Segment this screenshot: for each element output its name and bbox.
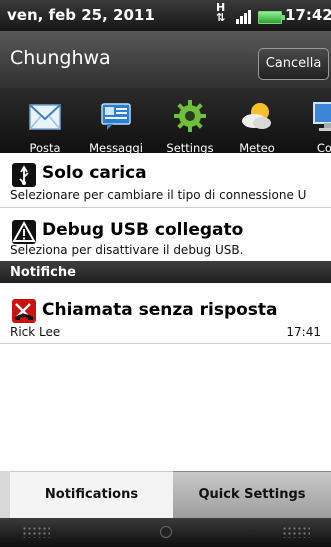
section-title: Notifiche (10, 265, 76, 280)
notification-header: Chunghwa Cancella (0, 31, 331, 89)
tab-notifications[interactable]: Notifications (10, 471, 173, 519)
network-hspa-icon: H ⇅ (216, 1, 226, 24)
item-description: Seleziona per disattivare il debug USB. (10, 243, 244, 257)
app-label: Meteo (239, 141, 275, 153)
battery-icon (258, 11, 285, 24)
app-label: Posta (29, 141, 61, 153)
cancel-button[interactable]: Cancella (258, 48, 329, 80)
status-time: 17:42 (285, 6, 331, 24)
signal-icon (236, 10, 251, 24)
status-date: ven, feb 25, 2011 (7, 6, 155, 24)
item-caller: Rick Lee (10, 325, 61, 339)
missed-call-icon (12, 299, 36, 323)
status-bar: ven, feb 25, 2011 H ⇅ 17:42 (0, 0, 331, 31)
notification-list: Solo carica Selezionare per cambiare il … (0, 153, 331, 471)
notifications-section-header: Notifiche (0, 261, 331, 283)
weather-icon (242, 103, 271, 129)
grip-icon (282, 526, 310, 538)
handle-knob-icon (160, 526, 172, 538)
item-title: Solo carica (42, 163, 147, 183)
computer-icon (313, 102, 331, 131)
app-messaggi[interactable]: Messaggi (86, 88, 146, 153)
operator-name: Chunghwa (10, 47, 111, 69)
messages-icon (101, 103, 131, 130)
item-title: Chiamata senza risposta (42, 300, 278, 320)
usb-icon (12, 163, 36, 187)
tabbar-edge (0, 471, 10, 518)
item-title: Debug USB collegato (42, 220, 244, 240)
gear-icon (174, 100, 206, 132)
mail-icon (29, 104, 61, 130)
app-computer[interactable]: Con (298, 88, 331, 153)
bottom-tabs: Notifications Quick Settings (0, 471, 331, 519)
app-meteo[interactable]: Meteo (227, 88, 287, 153)
list-item-usb-debug[interactable]: Debug USB collegato Seleziona per disatt… (0, 208, 331, 263)
network-type-label: H (216, 1, 226, 14)
app-label: Settings (166, 141, 214, 153)
app-label: Messaggi (89, 141, 143, 153)
list-item-usb-charge[interactable]: Solo carica Selezionare per cambiare il … (0, 153, 331, 208)
grip-icon (22, 526, 50, 538)
item-time: 17:41 (286, 325, 321, 339)
tab-quick-settings[interactable]: Quick Settings (173, 471, 331, 519)
tab-label: Notifications (44, 487, 139, 502)
app-posta[interactable]: Posta (15, 88, 75, 153)
warning-icon (12, 220, 36, 244)
app-settings[interactable]: Settings (160, 88, 220, 153)
item-description: Selezionare per cambiare il tipo di conn… (10, 188, 307, 202)
recent-apps-bar: Posta Messaggi Settings Meteo Co (0, 88, 331, 153)
tab-label: Quick Settings (198, 487, 306, 502)
app-label: Con (316, 141, 331, 153)
drawer-handle[interactable] (0, 518, 331, 547)
list-item-missed-call[interactable]: Chiamata senza risposta Rick Lee 17:41 (0, 285, 331, 344)
